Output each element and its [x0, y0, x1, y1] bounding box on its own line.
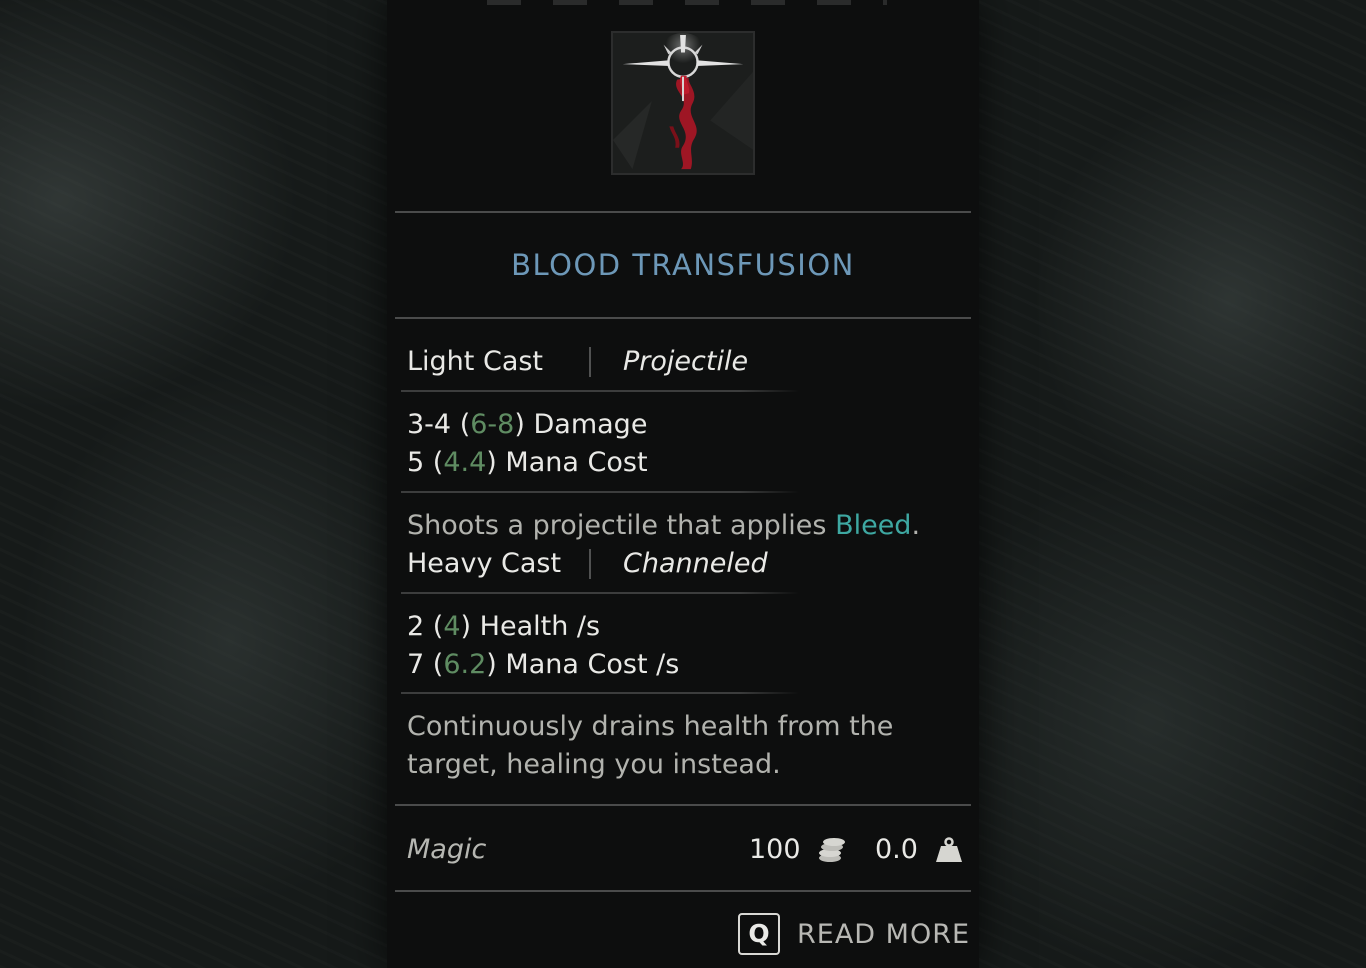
heavy-cast-description-line2: target, healing you instead. — [407, 749, 781, 780]
weight-icon — [935, 837, 963, 867]
blood-transfusion-spell-icon — [611, 31, 755, 175]
light-cast-label: Light Cast — [407, 346, 544, 377]
light-cast-description: Shoots a projectile that applies Bleed. — [407, 510, 921, 541]
separator — [589, 347, 591, 377]
light-cast-type: Projectile — [623, 346, 749, 377]
item-category: Magic — [407, 834, 487, 865]
item-tooltip-panel: BLOOD TRANSFUSION Light Cast Projectile … — [387, 0, 979, 968]
heavy-cast-label: Heavy Cast — [407, 548, 562, 579]
top-decoration — [487, 0, 887, 5]
upgraded-mana-cost: 4.4 — [443, 447, 487, 478]
divider — [395, 890, 971, 892]
divider — [395, 804, 971, 806]
read-more-button[interactable]: READ MORE — [797, 916, 970, 954]
coins-icon — [817, 836, 847, 868]
divider — [395, 317, 971, 319]
divider — [401, 592, 799, 594]
divider — [395, 211, 971, 213]
heavy-cast-mana-cost: 7 (6.2) Mana Cost /s — [407, 649, 680, 680]
heavy-cast-description-line1: Continuously drains health from the — [407, 711, 894, 742]
light-cast-damage: 3-4 (6-8) Damage — [407, 409, 648, 440]
bleed-keyword: Bleed — [835, 510, 912, 541]
upgraded-damage: 6-8 — [470, 409, 515, 440]
item-weight: 0.0 — [875, 834, 918, 865]
divider — [401, 491, 799, 493]
heavy-cast-health: 2 (4) Health /s — [407, 611, 601, 642]
light-cast-mana-cost: 5 (4.4) Mana Cost — [407, 447, 648, 478]
q-key-button[interactable]: Q — [738, 913, 780, 955]
heavy-cast-type: Channeled — [623, 548, 768, 579]
item-value: 100 — [749, 834, 801, 865]
upgraded-health: 4 — [443, 611, 461, 642]
upgraded-mana-cost: 6.2 — [443, 649, 487, 680]
separator — [589, 549, 591, 579]
item-title: BLOOD TRANSFUSION — [511, 248, 855, 282]
divider — [401, 390, 799, 392]
divider — [401, 692, 799, 694]
